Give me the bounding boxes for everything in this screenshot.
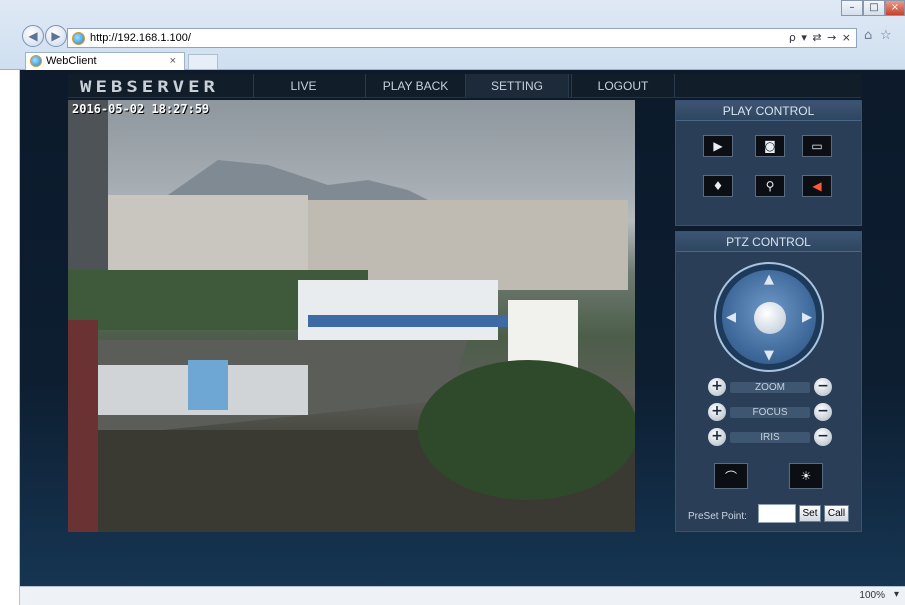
zoom-plus-icon[interactable]: + (708, 378, 726, 396)
play-control-panel: PLAY CONTROL ▶ ◙ ▭ ♦ ⚲ ◀ (675, 100, 862, 226)
ptz-control-panel: PTZ CONTROL ▲ ▼ ◀ ▶ + ZOOM − + FOCUS − +… (675, 231, 862, 532)
video-scene (68, 100, 635, 532)
iris-plus-icon[interactable]: + (708, 428, 726, 446)
browser-status-bar: 100% ▾ (20, 586, 905, 605)
tab-title: WebClient (46, 55, 97, 67)
snapshot-camera-icon[interactable]: ◙ (755, 135, 785, 157)
tab-favicon-icon (30, 55, 42, 67)
zoom-control: + ZOOM − (708, 378, 832, 396)
top-navigation: WEBSERVER LIVE PLAY BACK SETTING LOGOUT (68, 74, 861, 98)
speaker-mute-icon[interactable]: ◀ (802, 175, 832, 197)
video-timestamp: 2016-05-02 18:27:59 (72, 102, 210, 116)
close-window-icon[interactable]: × (885, 0, 905, 16)
preset-call-button[interactable]: Call (824, 505, 849, 522)
tab-close-icon[interactable]: × (170, 53, 176, 69)
favorites-star-icon[interactable]: ☆ (880, 28, 892, 43)
iris-minus-icon[interactable]: − (814, 428, 832, 446)
play-icon[interactable]: ▶ (703, 135, 733, 157)
blue-tanks (188, 360, 228, 410)
webserver-logo: WEBSERVER (80, 77, 219, 97)
preset-point-label: PreSet Point: (688, 511, 747, 522)
ptz-control-title: PTZ CONTROL (676, 232, 861, 252)
address-bar[interactable]: http://192.168.1.100/ ρ ▾ ⇄ → × (67, 28, 857, 48)
zoom-minus-icon[interactable]: − (814, 378, 832, 396)
preset-set-button[interactable]: Set (799, 505, 821, 522)
ptz-joystick[interactable]: ▲ ▼ ◀ ▶ (714, 262, 824, 372)
live-video-view[interactable]: 2016-05-02 18:27:59 (68, 100, 635, 532)
browser-tab[interactable]: WebClient × (25, 52, 185, 70)
zoom-level[interactable]: 100% (859, 590, 885, 601)
ptz-down-arrow-icon[interactable]: ▼ (764, 348, 774, 363)
home-icon[interactable]: ⌂ (864, 28, 872, 43)
address-url[interactable]: http://192.168.1.100/ (90, 29, 191, 47)
focus-minus-icon[interactable]: − (814, 403, 832, 421)
preset-point-input[interactable] (758, 504, 796, 523)
webclient-page: WEBSERVER LIVE PLAY BACK SETTING LOGOUT … (20, 70, 905, 586)
ie-favicon-icon (72, 32, 85, 45)
iris-control: + IRIS − (708, 428, 832, 446)
focus-label: FOCUS (730, 407, 810, 418)
ptz-left-arrow-icon[interactable]: ◀ (726, 310, 736, 325)
mountains (168, 160, 428, 200)
back-button[interactable]: ◀ (22, 25, 44, 47)
focus-plus-icon[interactable]: + (708, 403, 726, 421)
blue-stripe (308, 315, 508, 327)
nav-logout[interactable]: LOGOUT (571, 74, 675, 98)
zoom-dropdown-icon[interactable]: ▾ (894, 589, 899, 600)
nav-live[interactable]: LIVE (253, 74, 353, 98)
tall-building-left (68, 100, 108, 275)
record-icon[interactable]: ▭ (802, 135, 832, 157)
red-wall (68, 320, 98, 532)
maximize-icon[interactable]: □ (863, 0, 885, 16)
play-control-title: PLAY CONTROL (676, 101, 861, 121)
wiper-icon[interactable]: ⌒ (714, 463, 748, 489)
zoom-magnifier-icon[interactable]: ⚲ (755, 175, 785, 197)
palm-trees (418, 360, 635, 500)
nav-setting[interactable]: SETTING (465, 74, 569, 98)
ptz-right-arrow-icon[interactable]: ▶ (802, 310, 812, 325)
page-left-edge (0, 70, 20, 605)
browser-chrome: ◀ ▶ http://192.168.1.100/ ρ ▾ ⇄ → × ⌂ ☆ … (0, 0, 905, 70)
focus-control: + FOCUS − (708, 403, 832, 421)
address-tools[interactable]: ρ ▾ ⇄ → × (789, 29, 852, 47)
forward-button[interactable]: ▶ (45, 25, 67, 47)
ptz-center-button[interactable] (754, 302, 786, 334)
ptz-up-arrow-icon[interactable]: ▲ (764, 272, 774, 287)
distant-buildings (108, 195, 308, 275)
minimize-icon[interactable]: – (841, 0, 863, 16)
window-controls: – □ × (841, 0, 905, 16)
light-bulb-icon[interactable]: ☀ (789, 463, 823, 489)
white-building (298, 280, 498, 340)
zoom-label: ZOOM (730, 382, 810, 393)
microphone-icon[interactable]: ♦ (703, 175, 733, 197)
new-tab-button[interactable] (188, 54, 218, 70)
nav-playback[interactable]: PLAY BACK (365, 74, 465, 98)
iris-label: IRIS (730, 432, 810, 443)
